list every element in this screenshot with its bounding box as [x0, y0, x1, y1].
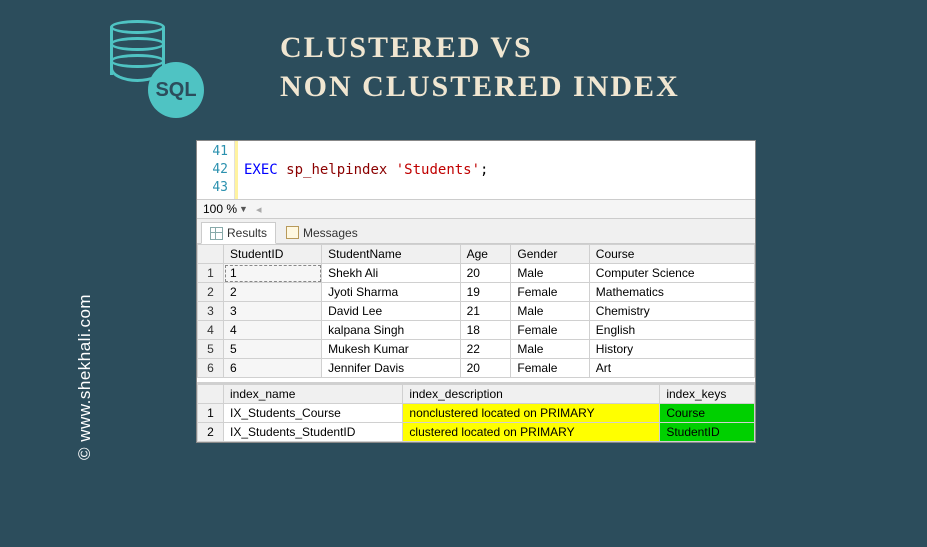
cell[interactable]: Female [511, 321, 589, 340]
table-row[interactable]: 5 5 Mukesh Kumar 22 Male History [198, 340, 755, 359]
cell[interactable]: clustered located on PRIMARY [403, 423, 660, 442]
table-row[interactable]: 3 3 David Lee 21 Male Chemistry [198, 302, 755, 321]
cell[interactable]: IX_Students_StudentID [224, 423, 403, 442]
cell[interactable]: 4 [224, 321, 322, 340]
ssms-window: 41 42 43 EXEC sp_helpindex 'Students'; 1… [196, 140, 756, 443]
page-title: CLUSTERED VS NON CLUSTERED INDEX [280, 28, 680, 106]
sql-badge-icon: SQL [148, 62, 204, 118]
cell[interactable]: Jyoti Sharma [322, 283, 461, 302]
line-number-gutter: 41 42 43 [197, 141, 235, 199]
cell[interactable]: Computer Science [589, 264, 754, 283]
zoom-bar: 100 % ▼ ◂ [197, 200, 755, 219]
cell[interactable]: IX_Students_Course [224, 404, 403, 423]
row-num: 5 [198, 340, 224, 359]
row-header-blank [198, 384, 224, 404]
cell[interactable]: 1 [224, 264, 322, 283]
cell[interactable]: 20 [460, 264, 511, 283]
cell[interactable]: Shekh Ali [322, 264, 461, 283]
cell[interactable]: kalpana Singh [322, 321, 461, 340]
cell[interactable]: Art [589, 359, 754, 378]
col-header[interactable]: StudentName [322, 245, 461, 264]
cell[interactable]: Mathematics [589, 283, 754, 302]
sql-editor[interactable]: 41 42 43 EXEC sp_helpindex 'Students'; [197, 141, 755, 200]
col-header[interactable]: Gender [511, 245, 589, 264]
cell[interactable]: Course [660, 404, 755, 423]
cell[interactable]: 5 [224, 340, 322, 359]
code-line [244, 179, 749, 197]
table-row[interactable]: 2 IX_Students_StudentID clustered locate… [198, 423, 755, 442]
row-num: 3 [198, 302, 224, 321]
cell[interactable]: Chemistry [589, 302, 754, 321]
scroll-left-icon[interactable]: ◂ [254, 203, 264, 216]
copyright-text: © www.shekhali.com [75, 294, 95, 460]
row-num: 2 [198, 423, 224, 442]
cell[interactable]: nonclustered located on PRIMARY [403, 404, 660, 423]
tab-results-label: Results [227, 226, 267, 240]
students-grid-wrap: StudentID StudentName Age Gender Course … [197, 244, 755, 378]
title-line-2: NON CLUSTERED INDEX [280, 67, 680, 106]
tab-messages-label: Messages [303, 226, 358, 240]
cell[interactable]: 3 [224, 302, 322, 321]
tab-results[interactable]: Results [201, 222, 276, 244]
line-num: 41 [197, 143, 228, 161]
table-row[interactable]: 1 1 Shekh Ali 20 Male Computer Science [198, 264, 755, 283]
cell[interactable]: StudentID [660, 423, 755, 442]
cell[interactable]: English [589, 321, 754, 340]
students-grid[interactable]: StudentID StudentName Age Gender Course … [197, 244, 755, 378]
cell[interactable]: 19 [460, 283, 511, 302]
title-line-1: CLUSTERED VS [280, 28, 680, 67]
cell[interactable]: Female [511, 359, 589, 378]
indexes-grid[interactable]: index_name index_description index_keys … [197, 382, 755, 442]
cell[interactable]: 20 [460, 359, 511, 378]
row-num: 1 [198, 404, 224, 423]
col-header[interactable]: Course [589, 245, 754, 264]
col-header[interactable]: index_keys [660, 384, 755, 404]
table-row[interactable]: 1 IX_Students_Course nonclustered locate… [198, 404, 755, 423]
col-header[interactable]: StudentID [224, 245, 322, 264]
line-num: 42 [197, 161, 228, 179]
grid-icon [210, 227, 223, 240]
cell[interactable]: 21 [460, 302, 511, 321]
table-row[interactable]: 4 4 kalpana Singh 18 Female English [198, 321, 755, 340]
row-num: 1 [198, 264, 224, 283]
sql-badge-text: SQL [155, 79, 196, 102]
cell[interactable]: Male [511, 340, 589, 359]
cell[interactable]: Male [511, 264, 589, 283]
messages-icon [286, 226, 299, 239]
code-text-area[interactable]: EXEC sp_helpindex 'Students'; [235, 141, 755, 199]
cell[interactable]: 18 [460, 321, 511, 340]
chevron-down-icon: ▼ [239, 204, 248, 214]
cell[interactable]: Jennifer Davis [322, 359, 461, 378]
cell[interactable]: Mukesh Kumar [322, 340, 461, 359]
cell[interactable]: 22 [460, 340, 511, 359]
cell[interactable]: David Lee [322, 302, 461, 321]
col-header[interactable]: index_description [403, 384, 660, 404]
col-header[interactable]: Age [460, 245, 511, 264]
row-num: 4 [198, 321, 224, 340]
table-row[interactable]: 2 2 Jyoti Sharma 19 Female Mathematics [198, 283, 755, 302]
table-row[interactable]: 6 6 Jennifer Davis 20 Female Art [198, 359, 755, 378]
code-line [244, 143, 749, 161]
code-line: EXEC sp_helpindex 'Students'; [244, 161, 749, 179]
zoom-value: 100 % [203, 202, 237, 216]
cell[interactable]: 2 [224, 283, 322, 302]
row-num: 6 [198, 359, 224, 378]
row-num: 2 [198, 283, 224, 302]
zoom-dropdown[interactable]: 100 % ▼ [201, 202, 250, 216]
row-header-blank [198, 245, 224, 264]
line-num: 43 [197, 179, 228, 197]
col-header[interactable]: index_name [224, 384, 403, 404]
cell[interactable]: History [589, 340, 754, 359]
tab-messages[interactable]: Messages [278, 222, 366, 243]
results-tabs: Results Messages [197, 219, 755, 244]
cell[interactable]: Male [511, 302, 589, 321]
cell[interactable]: Female [511, 283, 589, 302]
cell[interactable]: 6 [224, 359, 322, 378]
